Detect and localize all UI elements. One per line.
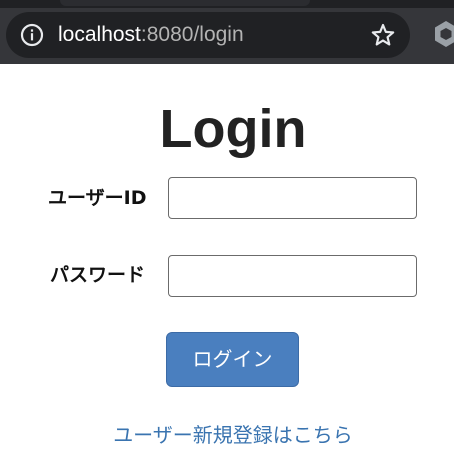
extension-icon[interactable] (432, 20, 454, 48)
browser-toolbar: localhost:8080/login (0, 0, 454, 64)
url-path: :8080/login (140, 23, 244, 46)
address-bar[interactable]: localhost:8080/login (6, 12, 410, 58)
password-input[interactable] (168, 255, 417, 297)
user-id-label: ユーザーID (48, 187, 147, 209)
login-page: Login ユーザーID パスワード ログイン ユーザー新規登録はこちら (0, 64, 454, 458)
password-label: パスワード (50, 264, 146, 286)
url-text[interactable]: localhost:8080/login (58, 21, 244, 49)
register-link[interactable]: ユーザー新規登録はこちら (0, 420, 454, 450)
url-host: localhost (58, 23, 141, 46)
tab-strip (0, 0, 454, 8)
star-icon[interactable] (370, 22, 396, 48)
info-icon[interactable] (20, 23, 44, 47)
active-tab[interactable] (60, 0, 310, 6)
page-title: Login (159, 99, 307, 159)
login-button[interactable]: ログイン (166, 332, 299, 387)
user-id-input[interactable] (168, 177, 417, 219)
